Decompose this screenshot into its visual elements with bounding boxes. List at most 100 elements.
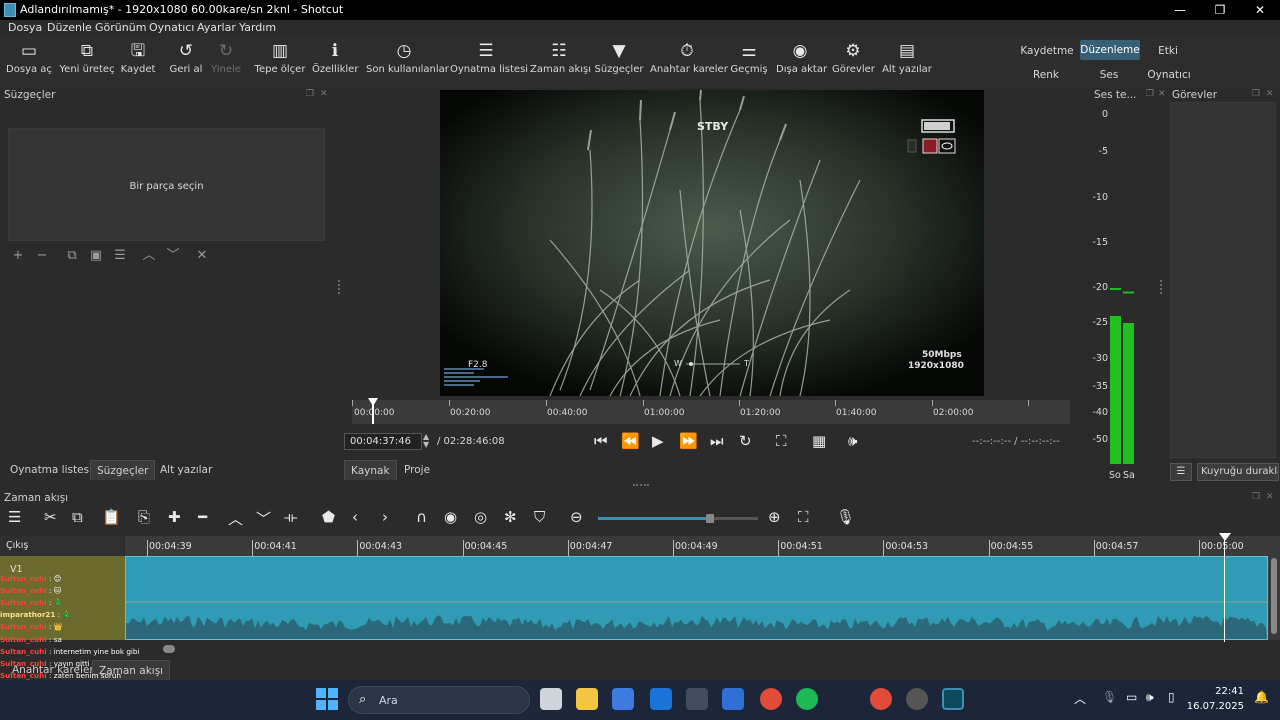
notifications-icon[interactable]: 🔔 bbox=[1254, 690, 1269, 704]
layout-audio[interactable]: Ses bbox=[1088, 66, 1130, 84]
playlist-button[interactable]: ☰ Oynatma listesi bbox=[450, 36, 528, 86]
snap-icon[interactable]: ∩ bbox=[416, 508, 427, 526]
timeline-playhead-marker[interactable] bbox=[1219, 533, 1231, 541]
loop-icon[interactable]: ↻ bbox=[739, 432, 752, 450]
lift-icon[interactable]: ︿ bbox=[228, 508, 243, 529]
skip-previous-icon[interactable]: ⏮ bbox=[594, 432, 608, 450]
timecode-spinner-icon[interactable]: ▲ ▼ bbox=[423, 433, 429, 449]
panel-close-icon[interactable]: ✕ bbox=[1266, 492, 1274, 502]
history-button[interactable]: ⚌ Geçmiş bbox=[730, 36, 768, 86]
jobs-button[interactable]: ⚙ Görevler bbox=[832, 36, 875, 86]
save-button[interactable]: 🖫 Kaydet bbox=[120, 36, 156, 86]
battery-icon[interactable]: ▯ bbox=[1168, 690, 1175, 704]
add-filter-icon[interactable]: + bbox=[8, 249, 28, 263]
timeline-menu-icon[interactable]: ☰ bbox=[8, 508, 21, 526]
network-icon[interactable]: ▭ bbox=[1126, 690, 1137, 704]
timeline-clip[interactable] bbox=[125, 556, 1268, 640]
windows-start-icon[interactable] bbox=[316, 688, 338, 710]
cut-icon[interactable]: ✂ bbox=[44, 508, 57, 526]
timeline-button[interactable]: ☷ Zaman akışı bbox=[530, 36, 591, 86]
app-icon[interactable] bbox=[722, 688, 744, 710]
remove-filter-icon[interactable]: − bbox=[32, 249, 52, 263]
maximize-button[interactable]: ❐ bbox=[1200, 0, 1240, 20]
zoom-fit-timeline-icon[interactable]: ⛶ bbox=[798, 508, 809, 526]
layout-color[interactable]: Renk bbox=[1020, 66, 1072, 84]
menu-help[interactable]: Yardım bbox=[239, 21, 276, 34]
menu-player[interactable]: Oynatıcı bbox=[149, 21, 194, 34]
minimize-button[interactable]: — bbox=[1160, 0, 1200, 20]
scrub-icon[interactable]: ◉ bbox=[444, 508, 457, 526]
panel-float-icon[interactable]: ❐ bbox=[306, 89, 314, 99]
paste-icon[interactable]: 📋 bbox=[102, 508, 121, 526]
splitter-handle[interactable] bbox=[1160, 280, 1162, 294]
new-generator-button[interactable]: ⧉ Yeni üreteç bbox=[58, 36, 116, 86]
task-view-icon[interactable] bbox=[540, 688, 562, 710]
copy-icon[interactable]: ⧉ bbox=[72, 508, 83, 526]
remove-icon[interactable]: ━ bbox=[198, 508, 207, 526]
panel-float-icon[interactable]: ❐ bbox=[1252, 89, 1260, 99]
keyframes-button[interactable]: ⏱ Anahtar kareler bbox=[650, 36, 728, 86]
tab-subtitles[interactable]: Alt yazılar bbox=[154, 460, 218, 480]
layout-editing[interactable]: Düzenleme bbox=[1080, 40, 1140, 60]
ripple-icon[interactable]: ◎ bbox=[474, 508, 487, 526]
microphone-icon[interactable]: 🎙 bbox=[1102, 690, 1117, 704]
pause-queue-button[interactable]: Kuyruğu duraklat bbox=[1197, 463, 1279, 481]
zoom-in-icon[interactable]: ⊕ bbox=[768, 508, 781, 526]
timeline-horizontal-scrollbar[interactable] bbox=[125, 642, 1268, 656]
show-hidden-icons-icon[interactable]: ︿ bbox=[1074, 690, 1086, 707]
menu-file[interactable]: Dosya bbox=[8, 21, 42, 34]
deselect-filter-icon[interactable]: ✕ bbox=[192, 249, 212, 263]
paste-filter-icon[interactable]: ▣ bbox=[86, 249, 106, 263]
tab-playlist[interactable]: Oynatma listesi bbox=[4, 460, 98, 480]
panel-float-icon[interactable]: ❐ bbox=[1252, 492, 1260, 502]
grid-icon[interactable]: ▦ bbox=[812, 432, 826, 450]
timecode-input[interactable]: 00:04:37:46 bbox=[344, 433, 422, 450]
player-ruler[interactable]: 00:00:00 00:20:00 00:40:00 01:00:00 01:2… bbox=[352, 398, 1070, 424]
record-audio-icon[interactable]: 🎙 bbox=[836, 508, 855, 526]
move-down-icon[interactable]: ﹀ bbox=[163, 249, 183, 263]
redo-button[interactable]: ↻ Yinele bbox=[208, 36, 244, 86]
panel-float-icon[interactable]: ❐ bbox=[1146, 89, 1154, 99]
timeline-playhead[interactable] bbox=[1224, 536, 1225, 642]
layout-fx[interactable]: Etki bbox=[1148, 42, 1188, 60]
panel-close-icon[interactable]: ✕ bbox=[1266, 89, 1274, 99]
chrome-icon[interactable] bbox=[760, 688, 782, 710]
menu-view[interactable]: Görünüm bbox=[95, 21, 146, 34]
recent-button[interactable]: ◷ Son kullanılanlar bbox=[366, 36, 449, 86]
timeline-ruler[interactable]: 00:04:39 00:04:41 00:04:43 00:04:45 00:04:47… bbox=[125, 536, 1280, 556]
taskbar-search-box[interactable]: ⌕ Ara bbox=[348, 686, 530, 714]
close-button[interactable]: ✕ bbox=[1240, 0, 1280, 20]
chrome-profile-icon[interactable] bbox=[870, 688, 892, 710]
filters-button[interactable]: ▼ Süzgeçler bbox=[594, 36, 644, 86]
layout-logging[interactable]: Kaydetme bbox=[1020, 42, 1074, 60]
volume-icon[interactable]: 🕪 bbox=[848, 432, 857, 450]
panel-close-icon[interactable]: ✕ bbox=[320, 89, 328, 99]
layout-player[interactable]: Oynatıcı bbox=[1146, 66, 1192, 84]
previous-marker-icon[interactable]: ‹ bbox=[352, 508, 358, 526]
app-icon[interactable] bbox=[686, 688, 708, 710]
ripple-delete-add-icon[interactable]: ✚ bbox=[168, 508, 181, 526]
open-file-button[interactable]: ▭ Dosya aç bbox=[6, 36, 52, 86]
zoom-slider[interactable] bbox=[598, 514, 758, 523]
append-icon[interactable]: ⎘ bbox=[138, 508, 150, 526]
ripple-markers-icon[interactable]: ⛉ bbox=[534, 508, 545, 526]
zoom-slider-handle[interactable] bbox=[706, 514, 714, 523]
splitter-handle[interactable] bbox=[633, 484, 649, 486]
play-icon[interactable]: ▶ bbox=[652, 432, 664, 450]
spotify-icon[interactable] bbox=[796, 688, 818, 710]
split-icon[interactable]: ⟛ bbox=[284, 508, 298, 526]
filter-preset-icon[interactable]: ☰ bbox=[110, 249, 130, 263]
tab-source[interactable]: Kaynak bbox=[344, 460, 397, 480]
obs-icon[interactable] bbox=[906, 688, 928, 710]
jobs-menu-icon[interactable]: ☰ bbox=[1170, 463, 1192, 481]
microsoft-store-icon[interactable] bbox=[612, 688, 634, 710]
taskbar-date[interactable]: 16.07.2025 bbox=[1186, 701, 1244, 712]
zoom-out-icon[interactable]: ⊖ bbox=[570, 508, 583, 526]
marker-icon[interactable]: ⬟ bbox=[322, 508, 335, 526]
splitter-handle[interactable] bbox=[338, 280, 340, 294]
export-button[interactable]: ◉ Dışa aktar bbox=[776, 36, 827, 86]
timeline-vertical-scrollbar[interactable] bbox=[1268, 556, 1280, 640]
menu-settings[interactable]: Ayarlar bbox=[197, 21, 236, 34]
overwrite-icon[interactable]: ﹀ bbox=[256, 508, 271, 529]
peak-meter-button[interactable]: ▥ Tepe ölçer bbox=[254, 36, 306, 86]
